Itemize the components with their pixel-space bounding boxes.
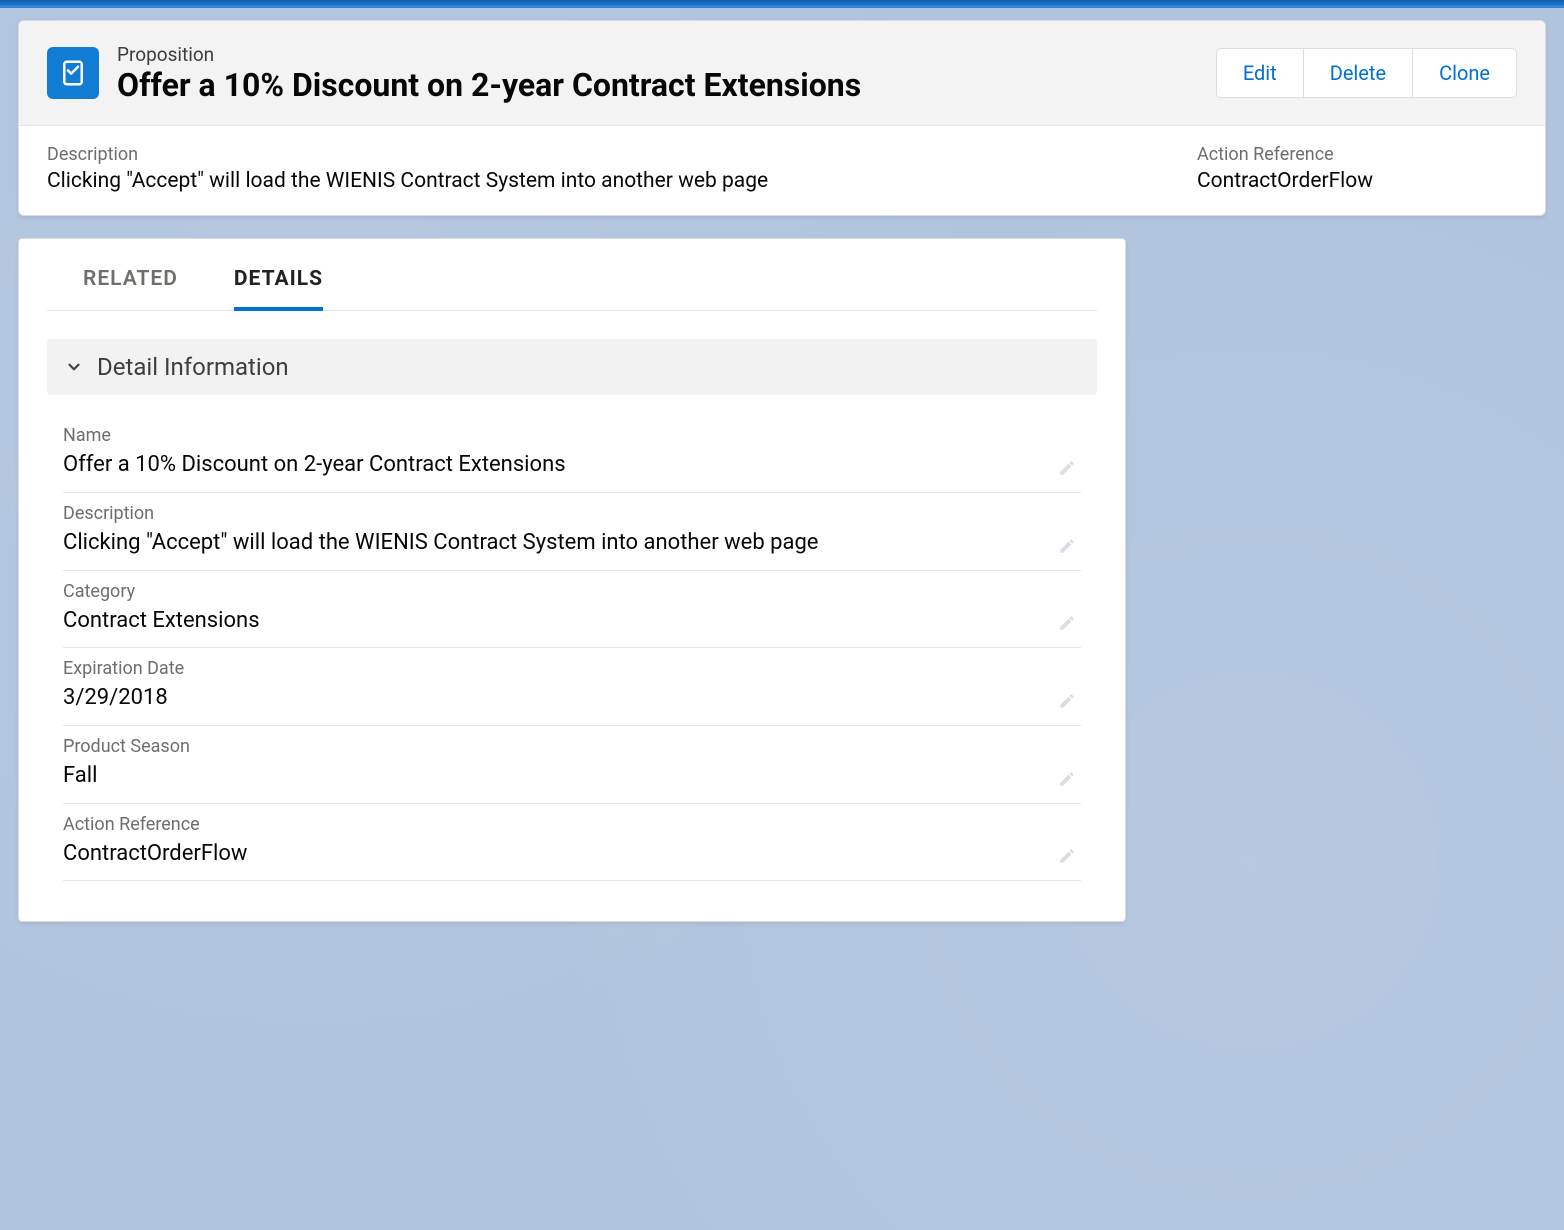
record-header-card: Proposition Offer a 10% Discount on 2-ye…	[18, 20, 1546, 216]
edit-button[interactable]: Edit	[1216, 48, 1304, 98]
record-header-left: Proposition Offer a 10% Discount on 2-ye…	[47, 43, 861, 103]
field-name-label: Name	[63, 425, 1081, 446]
pencil-icon[interactable]	[1057, 613, 1077, 633]
field-action-reference-value: ContractOrderFlow	[63, 839, 1081, 869]
field-description: Description Clicking "Accept" will load …	[63, 493, 1081, 571]
proposition-icon	[47, 47, 99, 99]
field-product-season: Product Season Fall	[63, 726, 1081, 804]
record-action-buttons: Edit Delete Clone	[1216, 48, 1517, 98]
tab-bar: RELATED DETAILS	[47, 239, 1097, 311]
detail-section-title: Detail Information	[97, 353, 289, 381]
field-category-value: Contract Extensions	[63, 606, 1081, 636]
field-expiration-date: Expiration Date 3/29/2018	[63, 648, 1081, 726]
pencil-icon[interactable]	[1057, 458, 1077, 478]
field-expiration-date-label: Expiration Date	[63, 658, 1081, 679]
summary-action-reference: Action Reference ContractOrderFlow	[1197, 144, 1517, 193]
pencil-icon[interactable]	[1057, 536, 1077, 556]
object-label: Proposition	[117, 43, 861, 66]
summary-action-reference-value: ContractOrderFlow	[1197, 169, 1517, 193]
summary-action-reference-label: Action Reference	[1197, 144, 1517, 165]
detail-fields: Name Offer a 10% Discount on 2-year Cont…	[63, 415, 1081, 881]
field-name: Name Offer a 10% Discount on 2-year Cont…	[63, 415, 1081, 493]
detail-section-header[interactable]: Detail Information	[47, 339, 1097, 395]
tab-details[interactable]: DETAILS	[234, 239, 323, 311]
field-description-label: Description	[63, 503, 1081, 524]
tab-related[interactable]: RELATED	[83, 239, 178, 311]
record-header-top: Proposition Offer a 10% Discount on 2-ye…	[19, 21, 1545, 125]
record-title: Offer a 10% Discount on 2-year Contract …	[117, 68, 861, 103]
pencil-icon[interactable]	[1057, 846, 1077, 866]
field-description-value: Clicking "Accept" will load the WIENIS C…	[63, 528, 1081, 558]
title-block: Proposition Offer a 10% Discount on 2-ye…	[117, 43, 861, 103]
delete-button[interactable]: Delete	[1304, 48, 1413, 98]
field-name-value: Offer a 10% Discount on 2-year Contract …	[63, 450, 1081, 480]
record-summary-row: Description Clicking "Accept" will load …	[19, 125, 1545, 215]
summary-description-label: Description	[47, 144, 1149, 165]
field-product-season-value: Fall	[63, 761, 1081, 791]
detail-card: RELATED DETAILS Detail Information Name …	[18, 238, 1126, 922]
field-product-season-label: Product Season	[63, 736, 1081, 757]
field-action-reference: Action Reference ContractOrderFlow	[63, 804, 1081, 882]
pencil-icon[interactable]	[1057, 691, 1077, 711]
clone-button[interactable]: Clone	[1413, 48, 1517, 98]
field-category-label: Category	[63, 581, 1081, 602]
summary-description: Description Clicking "Accept" will load …	[47, 144, 1149, 193]
summary-description-value: Clicking "Accept" will load the WIENIS C…	[47, 169, 1149, 193]
field-action-reference-label: Action Reference	[63, 814, 1081, 835]
field-category: Category Contract Extensions	[63, 571, 1081, 649]
pencil-icon[interactable]	[1057, 769, 1077, 789]
field-expiration-date-value: 3/29/2018	[63, 683, 1081, 713]
app-topbar	[0, 0, 1564, 8]
chevron-down-icon	[65, 358, 83, 376]
